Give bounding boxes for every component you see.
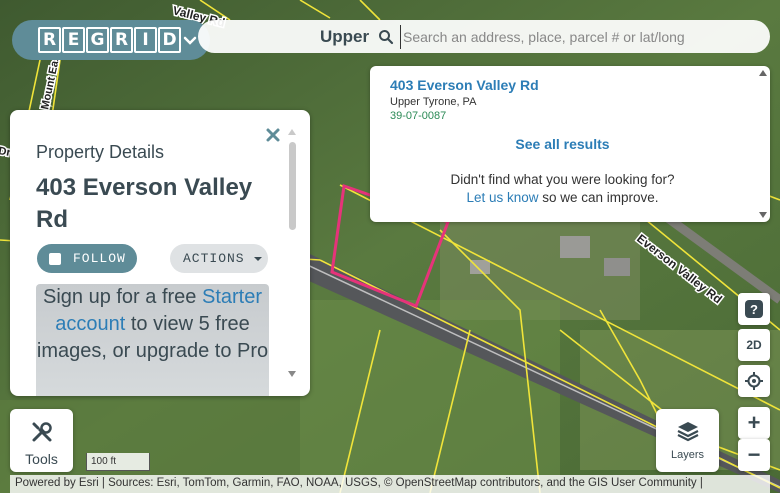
follow-label: FOLLOW	[73, 251, 126, 266]
scale-label: 100 ft	[91, 456, 117, 467]
brand-logo-menu[interactable]: REGRID	[12, 20, 210, 60]
map-scale-bar: 100 ft	[86, 453, 150, 471]
crosshair-icon	[745, 372, 763, 390]
help-button[interactable]: ?	[738, 293, 770, 325]
attribution-text: Powered by Esri | Sources: Esri, TomTom,…	[15, 477, 703, 489]
imagery-promo: Sign up for a free Starter account to vi…	[36, 284, 269, 396]
result-address-link[interactable]: 403 Everson Valley Rd	[390, 77, 539, 93]
close-icon[interactable]	[263, 125, 283, 145]
logo-letter: D	[158, 27, 181, 53]
panel-scrollbar[interactable]	[289, 142, 296, 230]
search-bar[interactable]: Upper	[198, 20, 770, 53]
layers-button[interactable]: Layers	[656, 409, 719, 472]
tools-label: Tools	[25, 451, 58, 467]
search-context-label: Upper	[320, 27, 370, 46]
bookmark-plus-icon	[49, 252, 61, 265]
property-title: 403 Everson Valley Rd	[36, 174, 253, 233]
layers-icon	[677, 422, 698, 442]
toggle-2d-button[interactable]: 2D	[738, 329, 770, 361]
layers-label: Layers	[670, 449, 705, 461]
result-parcel-id: 39-07-0087	[390, 110, 447, 122]
caret-down-icon	[253, 256, 262, 261]
actions-label: ACTIONS	[183, 251, 245, 266]
logo-letter: I	[134, 27, 157, 53]
not-found-text: Didn't find what you were looking for?	[450, 172, 675, 187]
zoom-in-button[interactable]: +	[738, 407, 770, 439]
zoom-out-button[interactable]: −	[738, 439, 770, 471]
follow-button[interactable]: FOLLOW	[37, 244, 137, 273]
promo-text-1: Sign up for a free	[42, 286, 197, 308]
let-us-know-link[interactable]: Let us know	[466, 190, 538, 205]
scroll-down-arrow[interactable]	[759, 212, 767, 218]
tools-button[interactable]: Tools	[10, 409, 73, 472]
logo-letter: E	[62, 27, 85, 53]
search-results-dropdown: 403 Everson Valley Rd Upper Tyrone, PA 3…	[370, 66, 770, 222]
logo-letter: R	[38, 27, 61, 53]
feedback-line: Let us know so we can improve.	[370, 190, 755, 205]
scroll-up-arrow[interactable]	[759, 70, 767, 76]
help-icon: ?	[745, 300, 763, 318]
chevron-down-icon[interactable]	[180, 30, 200, 50]
see-all-results-link[interactable]: See all results	[370, 136, 755, 152]
panel-scroll-down[interactable]	[288, 371, 296, 377]
actions-dropdown-button[interactable]: ACTIONS	[170, 244, 268, 273]
search-icon	[379, 30, 394, 45]
locate-button[interactable]	[738, 365, 770, 397]
panel-heading: Property Details	[36, 142, 165, 162]
improve-text: so we can improve.	[542, 190, 659, 205]
panel-scroll-up[interactable]	[288, 129, 296, 135]
search-input[interactable]	[400, 25, 755, 49]
logo-letter: G	[86, 27, 109, 53]
wrench-screwdriver-icon	[32, 422, 52, 442]
property-details-panel: Property Details 403 Everson Valley Rd F…	[10, 110, 310, 396]
map-attribution: Powered by Esri | Sources: Esri, TomTom,…	[10, 475, 770, 493]
logo-letter: R	[110, 27, 133, 53]
regrid-logo: REGRID	[38, 27, 181, 53]
svg-text:?: ?	[750, 302, 758, 317]
result-locality: Upper Tyrone, PA	[390, 96, 477, 108]
